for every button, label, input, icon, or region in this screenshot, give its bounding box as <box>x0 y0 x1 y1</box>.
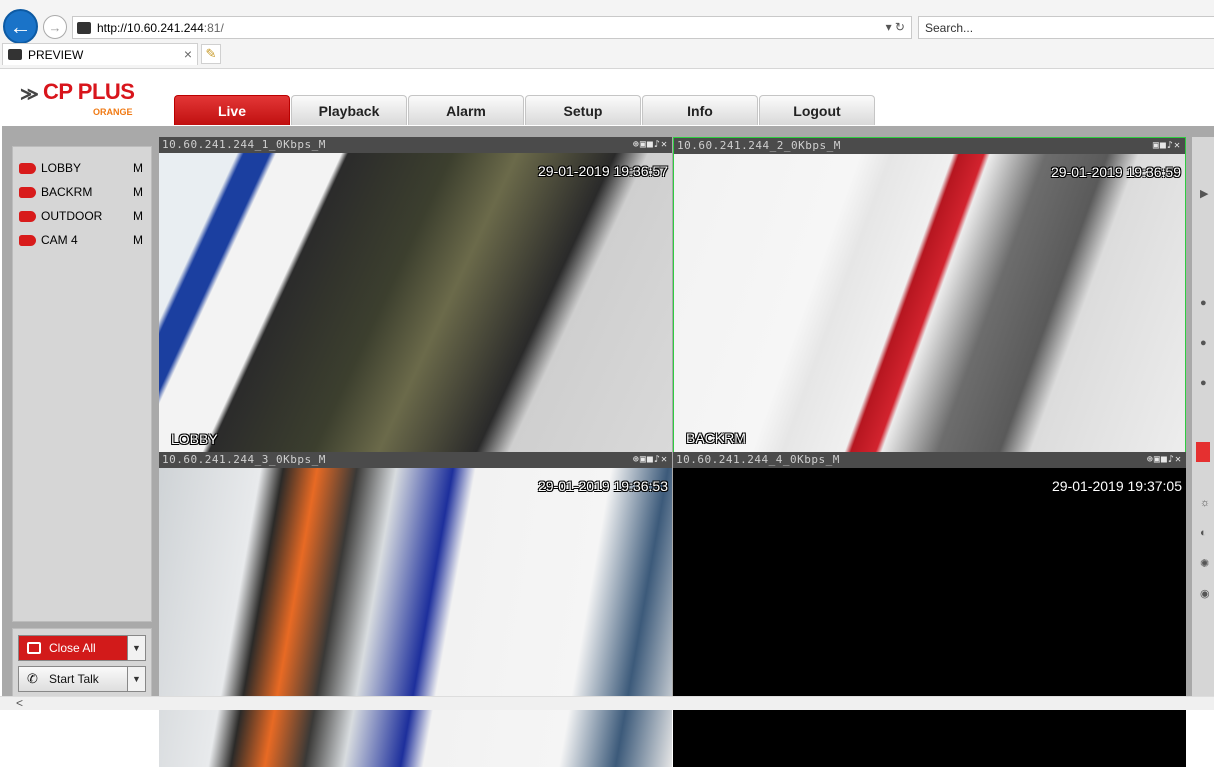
forward-button[interactable]: → <box>43 15 67 39</box>
panel-accent-bar <box>1196 442 1210 462</box>
camera-item[interactable]: CAM 4 M <box>19 231 149 249</box>
stream-type[interactable]: M <box>133 185 143 199</box>
scroll-left-icon[interactable]: < <box>16 696 23 710</box>
video-window[interactable]: 10.60.241.244_2_0Kbps_M ▣■♪✕ 29-01-2019 … <box>673 137 1186 453</box>
chevron-down-icon[interactable]: ▼ <box>127 667 145 691</box>
address-bar[interactable]: http://10.60.241.244:81/ ▾ ↻ <box>72 16 912 39</box>
back-button[interactable]: ← <box>3 9 38 44</box>
tab-favicon-icon <box>8 49 22 60</box>
browser-chrome: ← → http://10.60.241.244:81/ ▾ ↻ Search.… <box>0 0 1214 68</box>
start-talk-label: Start Talk <box>49 672 99 686</box>
brightness-icon[interactable]: ☼ <box>1200 497 1210 509</box>
video-camera-label: LOBBY <box>171 431 218 447</box>
camera-icon <box>19 186 36 198</box>
close-all-icon <box>27 642 41 654</box>
video-timestamp: 29-01-2019 19:36:59 <box>1051 164 1181 180</box>
video-title: 10.60.241.244_1_0Kbps_M <box>162 138 326 151</box>
stream-type[interactable]: M <box>133 209 143 223</box>
site-favicon-icon <box>77 21 91 34</box>
tab-playback[interactable]: Playback <box>291 95 407 125</box>
search-input[interactable]: Search... <box>918 16 1214 39</box>
logo-text: CP PLUS <box>43 79 135 104</box>
video-timestamp: 29-01-2019 19:36:53 <box>538 478 668 494</box>
video-window[interactable]: 10.60.241.244_3_0Kbps_M ⊕▣■♪✕ 29-01-2019… <box>159 452 672 767</box>
address-text: http://10.60.241.244:81/ <box>97 20 224 35</box>
panel-knob-icon[interactable]: ● <box>1200 337 1207 349</box>
camera-name: CAM 4 <box>41 233 78 247</box>
video-title: 10.60.241.244_2_0Kbps_M <box>677 139 841 152</box>
video-window[interactable]: 10.60.241.244_4_0Kbps_M ⊕▣■♪✕ 29-01-2019… <box>673 452 1186 767</box>
video-tools-icon[interactable]: ⊕▣■♪✕ <box>633 137 668 153</box>
close-all-button[interactable]: Close All ▼ <box>18 635 146 661</box>
video-tools-icon[interactable]: ▣■♪✕ <box>1153 138 1181 154</box>
refresh-icon[interactable]: ▾ ↻ <box>886 20 905 34</box>
contrast-icon[interactable]: ◐ <box>1200 527 1207 539</box>
camera-list: LOBBY M BACKRM M OUTDOOR M CAM 4 M <box>12 146 152 622</box>
camera-name: LOBBY <box>41 161 82 175</box>
video-feed[interactable] <box>673 468 1186 767</box>
browser-tab[interactable]: PREVIEW × <box>2 43 198 65</box>
control-panel: Close All ▼ ✆ Start Talk ▼ <box>12 628 152 697</box>
video-title-bar: 10.60.241.244_4_0Kbps_M ⊕▣■♪✕ <box>673 452 1186 468</box>
video-camera-label: BACKRM <box>686 430 746 446</box>
close-all-label: Close All <box>49 641 96 655</box>
app-page: ≫ CP PLUS ORANGE Live Playback Alarm Set… <box>0 68 1214 767</box>
tab-alarm[interactable]: Alarm <box>408 95 524 125</box>
video-window[interactable]: 10.60.241.244_1_0Kbps_M ⊕▣■♪✕ 29-01-2019… <box>159 137 672 452</box>
camera-item[interactable]: OUTDOOR M <box>19 207 149 225</box>
camera-name: BACKRM <box>41 185 93 199</box>
video-timestamp: 29-01-2019 19:36:57 <box>538 163 668 179</box>
panel-knob-icon[interactable]: ● <box>1200 297 1207 309</box>
video-title-bar: 10.60.241.244_3_0Kbps_M ⊕▣■♪✕ <box>159 452 672 468</box>
camera-item[interactable]: BACKRM M <box>19 183 149 201</box>
new-tab-icon[interactable]: ✎ <box>201 44 221 64</box>
panel-knob-icon[interactable]: ● <box>1200 377 1207 389</box>
video-feed[interactable] <box>159 153 672 452</box>
tab-close-icon[interactable]: × <box>184 46 192 62</box>
tab-info[interactable]: Info <box>642 95 758 125</box>
ptz-panel: ▶ ● ● ● ☼ ◐ ✺ ◉ <box>1192 137 1214 697</box>
video-timestamp: 29-01-2019 19:37:05 <box>1052 478 1182 494</box>
main-nav: Live Playback Alarm Setup Info Logout <box>174 95 876 125</box>
stream-type[interactable]: M <box>133 161 143 175</box>
camera-icon <box>19 162 36 174</box>
live-view-area: LOBBY M BACKRM M OUTDOOR M CAM 4 M Close… <box>2 126 1214 767</box>
video-tools-icon[interactable]: ⊕▣■♪✕ <box>633 452 668 468</box>
video-feed[interactable] <box>674 154 1185 453</box>
video-title-bar: 10.60.241.244_1_0Kbps_M ⊕▣■♪✕ <box>159 137 672 153</box>
start-talk-button[interactable]: ✆ Start Talk ▼ <box>18 666 146 692</box>
camera-icon <box>19 234 36 246</box>
camera-icon <box>19 210 36 222</box>
camera-name: OUTDOOR <box>41 209 103 223</box>
video-title: 10.60.241.244_4_0Kbps_M <box>676 453 840 466</box>
logo-subtext: ORANGE <box>93 107 133 117</box>
tab-setup[interactable]: Setup <box>525 95 641 125</box>
video-feed[interactable] <box>159 468 672 767</box>
tab-live[interactable]: Live <box>174 95 290 125</box>
phone-icon: ✆ <box>27 671 38 686</box>
hue-icon[interactable]: ◉ <box>1200 587 1210 600</box>
saturation-icon[interactable]: ✺ <box>1200 557 1209 570</box>
video-title: 10.60.241.244_3_0Kbps_M <box>162 453 326 466</box>
logo-mark-icon: ≫ <box>20 84 39 104</box>
video-tools-icon[interactable]: ⊕▣■♪✕ <box>1147 452 1182 468</box>
tab-title: PREVIEW <box>28 47 84 62</box>
stream-type[interactable]: M <box>133 233 143 247</box>
chevron-down-icon[interactable]: ▼ <box>127 636 145 660</box>
horizontal-scrollbar[interactable]: < <box>0 696 1214 710</box>
panel-arrow-icon[interactable]: ▶ <box>1200 187 1208 200</box>
camera-item[interactable]: LOBBY M <box>19 159 149 177</box>
tab-logout[interactable]: Logout <box>759 95 875 125</box>
cp-plus-logo: ≫ CP PLUS ORANGE <box>20 79 140 121</box>
video-title-bar: 10.60.241.244_2_0Kbps_M ▣■♪✕ <box>674 138 1185 154</box>
